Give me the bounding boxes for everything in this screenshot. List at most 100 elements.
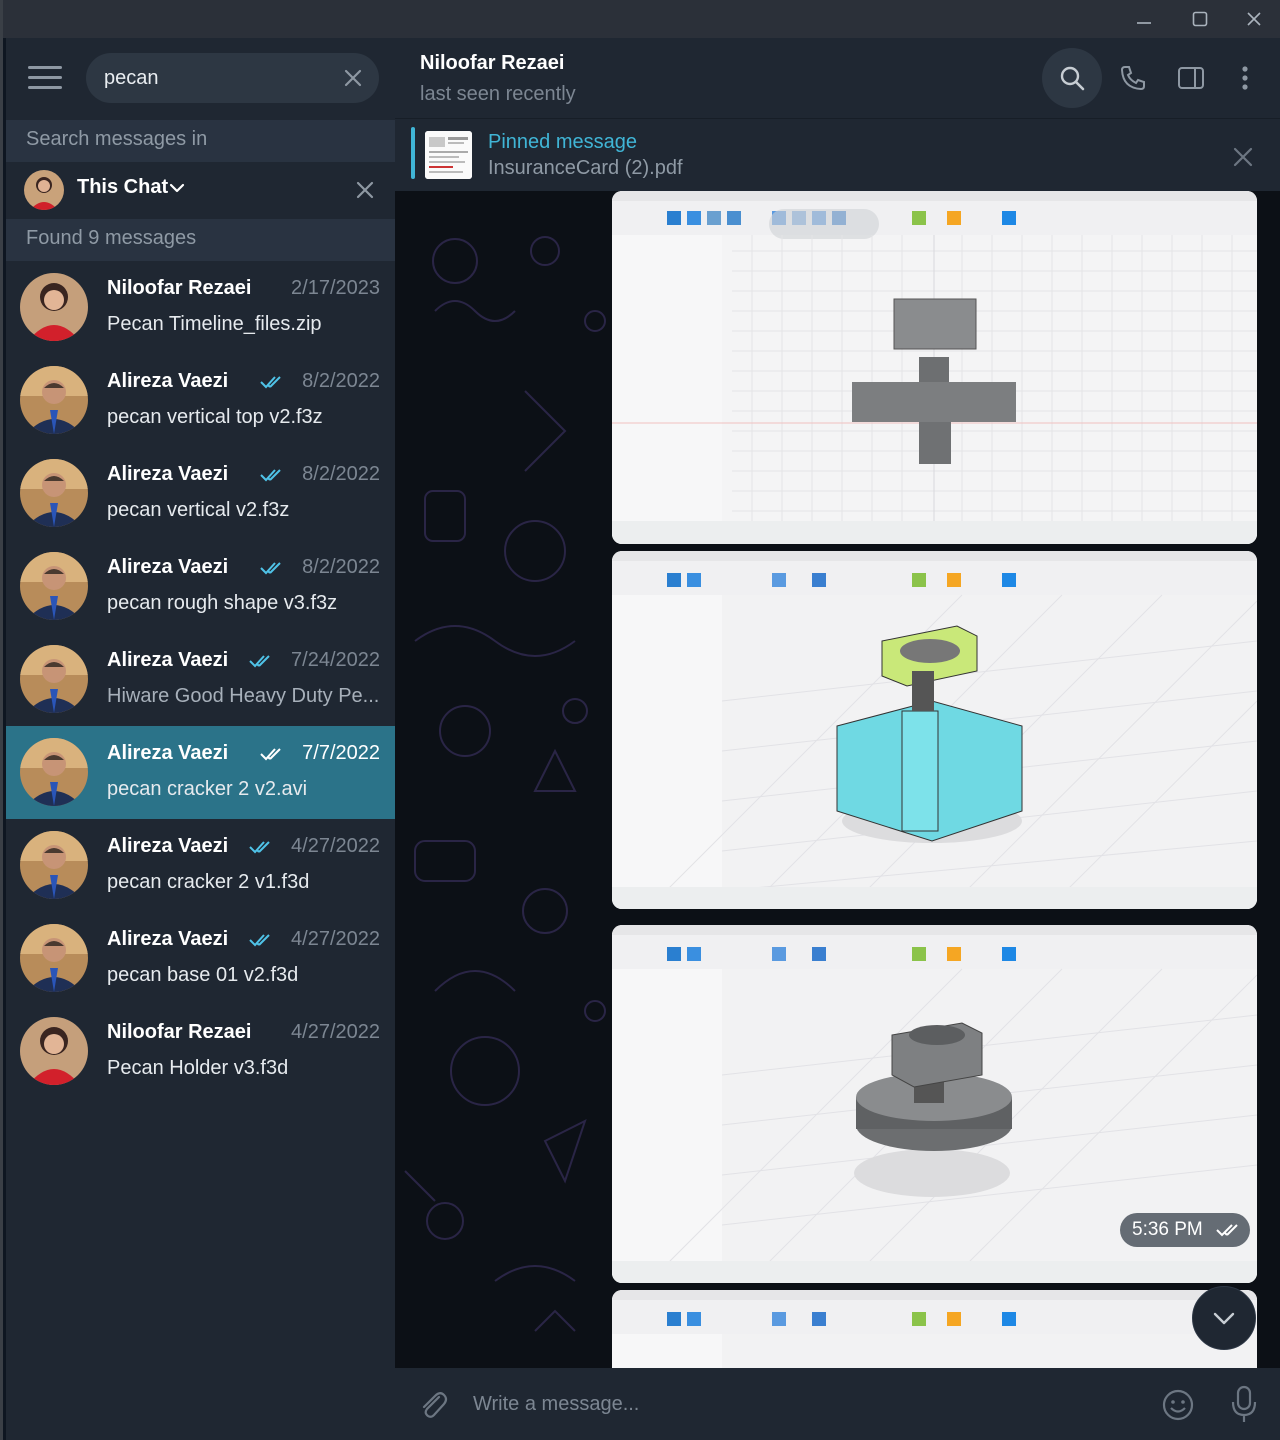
maximize-icon <box>1192 11 1208 27</box>
image-message[interactable] <box>612 1290 1257 1368</box>
result-sender: Alireza Vaezi <box>107 835 229 857</box>
pinned-accent-bar <box>411 127 415 179</box>
chevron-down-icon <box>1213 1312 1235 1325</box>
double-check-icon <box>260 469 281 482</box>
search-result-row[interactable]: Alireza Vaezi 8/2/2022 pecan vertical top … <box>6 354 395 447</box>
menu-icon[interactable] <box>28 66 62 92</box>
search-result-row[interactable]: Alireza Vaezi 7/7/2022 pecan cracker 2 v2.… <box>6 726 395 819</box>
result-date: 7/24/2022 <box>291 649 380 671</box>
search-result-row[interactable]: Alireza Vaezi 8/2/2022 pecan vertical v2.f… <box>6 447 395 540</box>
result-message: pecan cracker 2 v1.f3d <box>107 871 310 893</box>
result-sender: Niloofar Rezaei <box>107 277 252 299</box>
more-button[interactable] <box>1215 48 1275 108</box>
double-check-icon <box>260 748 281 761</box>
result-message: Hiware Good Heavy Duty Pe... <box>107 685 380 707</box>
search-result-row[interactable]: Niloofar Rezaei 2/17/2023 Pecan Timeline_f… <box>6 261 395 354</box>
result-sender: Niloofar Rezaei <box>107 1021 252 1043</box>
search-result-row[interactable]: Alireza Vaezi 4/27/2022 pecan base 01 v2.f… <box>6 912 395 1005</box>
result-message: pecan vertical top v2.f3z <box>107 406 323 428</box>
avatar <box>20 1017 88 1085</box>
avatar <box>20 273 88 341</box>
peer-name[interactable]: Niloofar Rezaei <box>420 52 564 75</box>
result-date: 8/2/2022 <box>302 556 380 578</box>
sidebar-toggle-button[interactable] <box>1161 48 1221 108</box>
result-message: pecan rough shape v3.f3z <box>107 592 338 614</box>
avatar <box>20 924 88 992</box>
avatar <box>20 831 88 899</box>
minimize-button[interactable] <box>1117 0 1171 38</box>
pinned-title: Pinned message <box>488 131 637 153</box>
search-button[interactable] <box>1042 48 1102 108</box>
scroll-to-bottom-button[interactable] <box>1192 1286 1256 1350</box>
search-results-panel: Search messages in This Chat Found 9 mes… <box>6 38 395 1440</box>
chevron-down-icon <box>169 183 185 193</box>
image-message[interactable]: 5:36 PM <box>612 925 1257 1283</box>
result-message: pecan base 01 v2.f3d <box>107 964 299 986</box>
chat-panel: Niloofar Rezaei last seen recently Pinne… <box>395 38 1280 1440</box>
title-bar <box>3 0 1280 38</box>
clear-search-icon[interactable] <box>341 66 365 90</box>
result-date: 2/17/2023 <box>291 277 380 299</box>
image-message[interactable] <box>612 191 1257 544</box>
close-scope-icon[interactable] <box>353 178 377 202</box>
result-sender: Alireza Vaezi <box>107 463 229 485</box>
double-check-icon <box>1216 1224 1238 1237</box>
double-check-icon <box>249 934 270 947</box>
peer-status: last seen recently <box>420 83 576 105</box>
message-time: 5:36 PM <box>1132 1219 1203 1240</box>
message-time-pill: 5:36 PM <box>1120 1213 1250 1247</box>
search-result-row[interactable]: Alireza Vaezi 7/24/2022 Hiware Good Heavy … <box>6 633 395 726</box>
result-message: pecan vertical v2.f3z <box>107 499 290 521</box>
attach-icon[interactable] <box>417 1388 449 1422</box>
search-input[interactable] <box>104 63 334 93</box>
search-scope-selector[interactable]: This Chat <box>6 162 395 219</box>
maximize-button[interactable] <box>1173 0 1227 38</box>
avatar <box>20 459 88 527</box>
search-in-label: Search messages in <box>6 120 395 162</box>
result-date: 4/27/2022 <box>291 928 380 950</box>
result-date: 8/2/2022 <box>302 463 380 485</box>
message-input[interactable] <box>473 1388 1133 1420</box>
emoji-icon[interactable] <box>1161 1388 1195 1422</box>
result-message: Pecan Timeline_files.zip <box>107 313 322 335</box>
microphone-icon[interactable] <box>1230 1384 1258 1424</box>
scope-label: This Chat <box>77 176 169 198</box>
result-sender: Alireza Vaezi <box>107 556 229 578</box>
search-result-row[interactable]: Alireza Vaezi 4/27/2022 pecan cracker 2 v1… <box>6 819 395 912</box>
found-count: Found 9 messages <box>6 219 395 261</box>
search-box <box>86 53 379 103</box>
double-check-icon <box>260 562 281 575</box>
avatar <box>20 366 88 434</box>
search-icon <box>1060 66 1085 91</box>
result-date: 7/7/2022 <box>302 742 380 764</box>
result-message: pecan cracker 2 v2.avi <box>107 778 308 800</box>
pinned-message-bar[interactable]: Pinned message InsuranceCard (2).pdf <box>395 118 1280 191</box>
result-message: Pecan Holder v3.f3d <box>107 1057 289 1079</box>
close-window-button[interactable] <box>1227 0 1280 38</box>
double-check-icon <box>249 841 270 854</box>
message-area[interactable]: 5:36 PM <box>395 191 1280 1368</box>
pdf-thumbnail <box>425 131 472 179</box>
sidebar-toggle-icon <box>1178 67 1204 89</box>
result-sender: Alireza Vaezi <box>107 742 229 764</box>
pinned-file: InsuranceCard (2).pdf <box>488 157 683 179</box>
avatar <box>20 645 88 713</box>
avatar <box>24 170 64 210</box>
search-result-row[interactable]: Niloofar Rezaei 4/27/2022 Pecan Holder v3.… <box>6 1005 395 1098</box>
double-check-icon <box>260 376 281 389</box>
result-date: 4/27/2022 <box>291 835 380 857</box>
results-list: Niloofar Rezaei 2/17/2023 Pecan Timeline_f… <box>6 261 395 1098</box>
avatar <box>20 552 88 620</box>
avatar <box>20 738 88 806</box>
telegram-window: Search messages in This Chat Found 9 mes… <box>0 0 1280 1440</box>
close-pinned-icon[interactable] <box>1231 145 1255 169</box>
phone-icon <box>1120 66 1145 91</box>
image-message[interactable] <box>612 551 1257 909</box>
result-date: 4/27/2022 <box>291 1021 380 1043</box>
more-vertical-icon <box>1242 66 1248 90</box>
result-date: 8/2/2022 <box>302 370 380 392</box>
minimize-icon <box>1137 22 1151 24</box>
double-check-icon <box>249 655 270 668</box>
call-button[interactable] <box>1103 48 1163 108</box>
search-result-row[interactable]: Alireza Vaezi 8/2/2022 pecan rough shape v… <box>6 540 395 633</box>
